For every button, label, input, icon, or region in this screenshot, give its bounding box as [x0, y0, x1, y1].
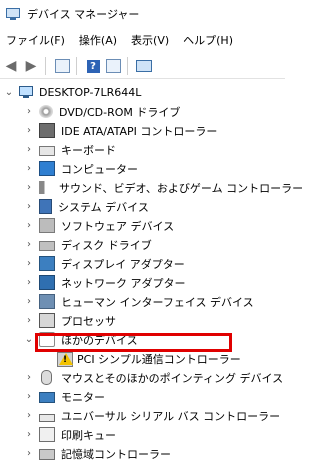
menu-view[interactable]: 表示(V)	[124, 32, 176, 48]
usb-icon	[39, 413, 55, 422]
disk-drive-icon	[39, 241, 55, 251]
tree-item-processor[interactable]: › プロセッサ	[24, 311, 116, 330]
toolbar: ◀ ▶ ?	[0, 54, 285, 79]
tree-item-usb[interactable]: › ユニバーサル シリアル バス コントローラー	[24, 406, 280, 425]
chevron-right-icon[interactable]: ›	[24, 448, 34, 459]
menu-bar: ファイル(F) 操作(A) 表示(V) ヘルプ(H)	[0, 29, 285, 51]
warning-device-icon: !	[57, 352, 73, 367]
menu-file[interactable]: ファイル(F)	[0, 32, 72, 48]
software-device-icon	[39, 218, 55, 233]
chevron-right-icon[interactable]: ›	[24, 163, 34, 174]
toolbar-separator	[127, 57, 128, 75]
dvd-drive-icon	[39, 105, 53, 118]
chevron-right-icon[interactable]: ›	[24, 220, 34, 231]
chevron-right-icon[interactable]: ›	[24, 296, 34, 307]
monitor-icon[interactable]	[135, 57, 153, 75]
chevron-down-icon[interactable]: ⌄	[24, 334, 34, 345]
forward-arrow-icon[interactable]: ▶	[22, 57, 40, 75]
help-button[interactable]: ?	[84, 57, 102, 75]
tree-item-ide[interactable]: › IDE ATA/ATAPI コントローラー	[24, 121, 217, 140]
keyboard-icon	[39, 146, 55, 156]
chevron-right-icon[interactable]: ›	[24, 201, 34, 212]
chevron-right-icon[interactable]: ›	[24, 144, 34, 155]
toolbar-separator	[45, 57, 46, 75]
device-manager-icon	[6, 7, 20, 21]
help-icon: ?	[86, 59, 100, 73]
processor-icon	[39, 313, 55, 328]
tree-item-disk[interactable]: › ディスク ドライブ	[24, 235, 152, 254]
chevron-right-icon[interactable]: ›	[24, 239, 34, 250]
display-adapter-icon	[39, 256, 55, 271]
chevron-right-icon[interactable]: ›	[24, 277, 34, 288]
window-title: デバイス マネージャー	[27, 8, 140, 21]
tree-item-dvd[interactable]: › DVD/CD-ROM ドライブ	[24, 102, 180, 121]
hid-icon	[39, 294, 55, 309]
ide-controller-icon	[39, 123, 55, 138]
back-arrow-icon[interactable]: ◀	[2, 57, 20, 75]
title-bar: デバイス マネージャー	[0, 0, 285, 28]
chevron-right-icon[interactable]: ›	[24, 429, 34, 440]
toolbar-separator	[76, 57, 77, 75]
tree-item-software[interactable]: › ソフトウェア デバイス	[24, 216, 174, 235]
tree-item-hid[interactable]: › ヒューマン インターフェイス デバイス	[24, 292, 254, 311]
tree-item-storage[interactable]: › 記憶域コントローラー	[24, 444, 171, 463]
tree-item-display[interactable]: › ディスプレイ アダプター	[24, 254, 185, 273]
network-adapter-icon	[39, 275, 55, 290]
chevron-down-icon[interactable]: ⌄	[4, 87, 14, 98]
tree-item-print-queue[interactable]: › 印刷キュー	[24, 425, 116, 444]
tree-item-mouse[interactable]: › マウスとそのほかのポインティング デバイス	[24, 368, 283, 387]
system-device-icon	[39, 199, 52, 214]
scan-hardware-icon[interactable]	[104, 57, 122, 75]
tree-item-keyboard[interactable]: › キーボード	[24, 140, 116, 159]
monitor-icon	[39, 392, 55, 403]
computer-icon	[39, 161, 55, 176]
mouse-icon	[41, 370, 52, 385]
tree-item-system[interactable]: › システム デバイス	[24, 197, 149, 216]
tree-root[interactable]: ⌄ DESKTOP-7LR644L	[4, 83, 141, 102]
print-queue-icon	[39, 427, 55, 442]
chevron-right-icon[interactable]: ›	[24, 182, 34, 193]
chevron-right-icon[interactable]: ›	[24, 258, 34, 269]
chevron-right-icon[interactable]: ›	[24, 410, 34, 421]
chevron-right-icon[interactable]: ›	[24, 125, 34, 136]
chevron-right-icon[interactable]: ›	[24, 315, 34, 326]
menu-action[interactable]: 操作(A)	[72, 32, 124, 48]
chevron-right-icon[interactable]: ›	[24, 372, 34, 383]
tree-item-computer[interactable]: › コンピューター	[24, 159, 138, 178]
storage-controller-icon	[39, 449, 55, 460]
audio-icon	[39, 181, 53, 194]
chevron-right-icon[interactable]: ›	[24, 391, 34, 402]
tree-item-network[interactable]: › ネットワーク アダプター	[24, 273, 186, 292]
properties-icon[interactable]	[53, 57, 71, 75]
tree-item-monitor[interactable]: › モニター	[24, 387, 105, 406]
computer-icon	[19, 86, 33, 99]
menu-help[interactable]: ヘルプ(H)	[176, 32, 240, 48]
highlight-box	[35, 333, 232, 352]
chevron-right-icon[interactable]: ›	[24, 106, 34, 117]
tree-item-audio[interactable]: › サウンド、ビデオ、およびゲーム コントローラー	[24, 178, 303, 197]
